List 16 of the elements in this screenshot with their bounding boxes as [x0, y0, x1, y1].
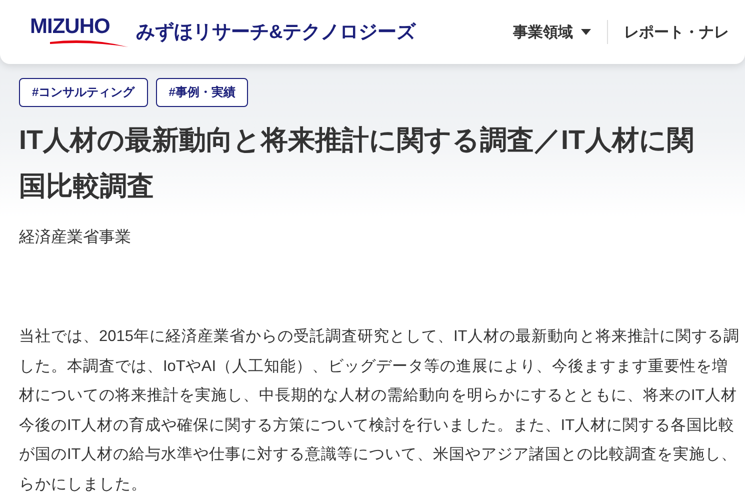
page-title: IT人材の最新動向と将来推計に関する調査／IT人材に関: [19, 124, 695, 157]
body-text: 当社では、2015年に経済産業省からの受託調査研究として、IT人材の最新動向と将来推計に関する調: [19, 327, 740, 347]
caret-icon: [581, 29, 591, 35]
body-text: 今後のIT人材の育成や確保に関する方策について検討を行いました。また、IT人材に関する各国比較: [19, 416, 736, 436]
company-name: みずほリサーチ&テクノロジーズ: [136, 21, 416, 45]
nav-dropdown[interactable]: 事業領域: [497, 16, 607, 48]
body-text: 材についての将来推計を実施し、中長期的な人材の需給動向を明らかにするとともに、将来のIT人材: [19, 386, 738, 406]
nav-link[interactable]: レポート・ナレ: [608, 16, 745, 48]
page-title: 国比較調査: [19, 170, 155, 203]
tag-link[interactable]: #コンサルティング: [19, 78, 148, 107]
body-text: が国のIT人材の給与水準や仕事に対する意識等について、米国やアジア諸国との比較調査を実施し、: [19, 444, 738, 465]
logo[interactable]: MIZUHO: [30, 16, 128, 48]
body-text: した。本調査では、IoTやAI（人工知能）、ビッグデータ等の進展により、今後ますます重要性を増: [19, 356, 730, 376]
body-text: らかにしました。: [19, 474, 148, 494]
subtitle: 経済産業省事業: [18, 228, 132, 248]
tag-link[interactable]: #事例・実績: [156, 78, 248, 107]
